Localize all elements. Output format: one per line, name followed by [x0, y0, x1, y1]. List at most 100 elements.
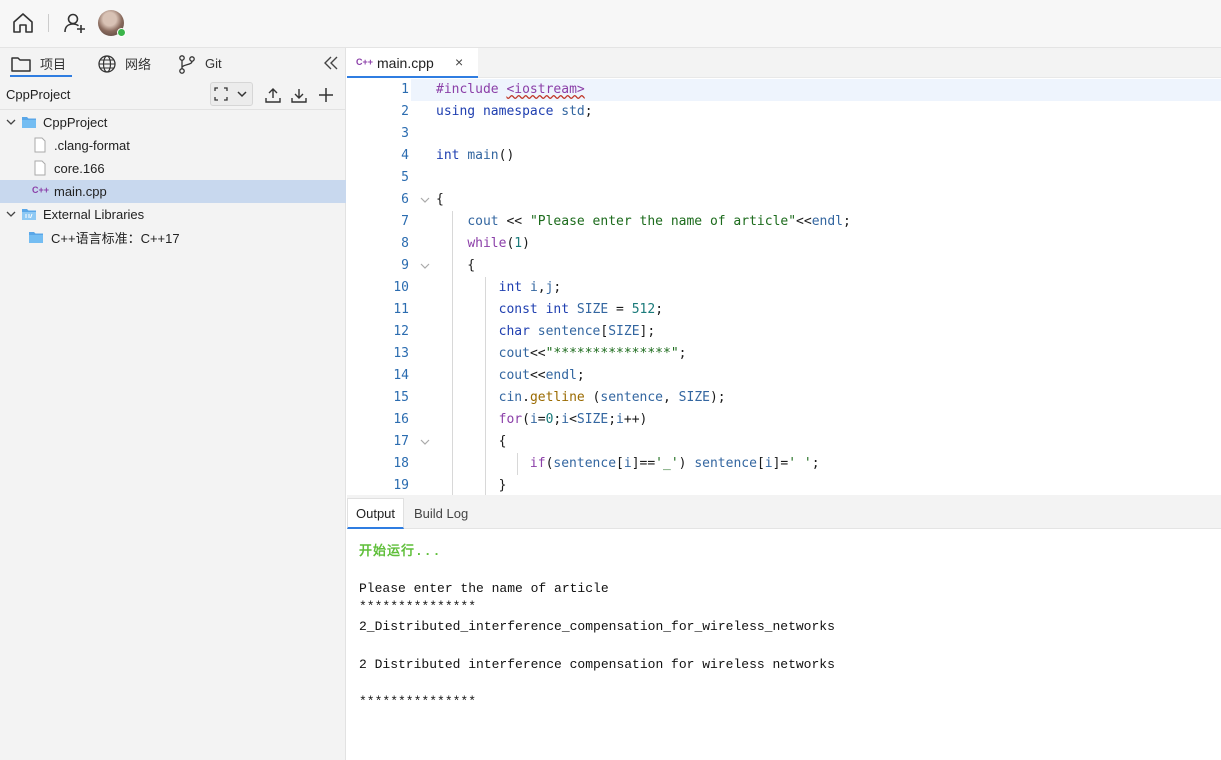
- upload-icon: [265, 88, 281, 103]
- editor-tab-main-cpp[interactable]: C++ main.cpp ×: [347, 48, 478, 78]
- tab-build-log[interactable]: Build Log: [406, 498, 476, 529]
- project-header: CppProject: [0, 79, 346, 110]
- output-line: Please enter the name of article: [359, 581, 609, 596]
- output-line: ***************: [359, 694, 477, 709]
- line-number: 12: [393, 324, 409, 339]
- line-number: 13: [393, 346, 409, 361]
- tree-item-main-cpp[interactable]: C++ main.cpp: [0, 180, 346, 203]
- code-line: cin.getline (sentence, SIZE);: [498, 390, 726, 405]
- code-line: while(1): [467, 236, 530, 251]
- tab-git[interactable]: Git: [177, 48, 222, 79]
- output-line: ***************: [359, 599, 477, 614]
- output-line: 2 Distributed interference compensation …: [359, 657, 835, 672]
- top-toolbar: [0, 0, 1221, 48]
- download-icon: [291, 89, 307, 103]
- online-status-dot: [117, 28, 126, 37]
- line-number: 9: [401, 258, 409, 273]
- folder-icon: [11, 56, 31, 72]
- line-number: 17: [393, 434, 409, 449]
- tree-item-label: .clang-format: [54, 138, 130, 153]
- editor-tab-label: main.cpp: [377, 55, 434, 71]
- tab-network-label: 网络: [125, 57, 152, 72]
- editor-tabbar: C++ main.cpp ×: [347, 48, 1221, 78]
- line-number: 11: [393, 302, 409, 317]
- output-tabs: Output Build Log: [347, 495, 1221, 529]
- fold-chevron-icon[interactable]: [420, 189, 430, 211]
- tree-item-label: C++语言标准：C++17: [51, 231, 180, 246]
- code-line: if(sentence[i]=='_') sentence[i]=' ';: [529, 456, 820, 471]
- line-number: 8: [401, 236, 409, 251]
- library-icon: [22, 209, 36, 220]
- tree-item-cppproject[interactable]: CppProject: [0, 111, 346, 134]
- tab-project-label: 项目: [40, 57, 67, 72]
- tree-item-label: core.166: [54, 161, 105, 176]
- code-line: char sentence[SIZE];: [498, 324, 656, 339]
- line-number: 5: [401, 170, 409, 185]
- tree-item-label: main.cpp: [54, 184, 107, 199]
- folder-icon: [22, 117, 36, 128]
- tab-git-label: Git: [205, 56, 222, 71]
- line-number: 18: [393, 456, 409, 471]
- code-line: using namespace std;: [436, 104, 593, 119]
- upload-button[interactable]: [262, 83, 284, 107]
- tree-item-core[interactable]: core.166: [0, 157, 346, 180]
- tree-item-cpp-standard[interactable]: C++语言标准：C++17: [0, 226, 346, 249]
- code-editor: C++ main.cpp × 1 2 3 4 5 6 7 8 9 10 11 1…: [347, 48, 1221, 495]
- toolbar-divider: [48, 14, 49, 32]
- tree-item-label: External Libraries: [43, 207, 145, 222]
- code-line: cout<<"***************";: [498, 346, 687, 361]
- cpp-file-icon: C++: [32, 185, 50, 195]
- line-number: 7: [401, 214, 409, 229]
- output-panel: Output Build Log 开始运行... Please enter th…: [347, 495, 1221, 760]
- add-file-button[interactable]: [315, 83, 337, 107]
- fold-chevron-icon[interactable]: [420, 431, 430, 453]
- code-line: cout << "Please enter the name of articl…: [467, 214, 851, 229]
- expand-icon: [211, 83, 232, 105]
- chevron-down-icon[interactable]: [6, 209, 16, 219]
- code-line: int i,j;: [498, 280, 562, 295]
- tab-network[interactable]: 网络: [97, 48, 151, 79]
- code-line: {: [436, 192, 444, 207]
- add-user-icon[interactable]: [62, 10, 88, 36]
- code-area[interactable]: 1 2 3 4 5 6 7 8 9 10 11 12 13 14 15 16 1…: [347, 79, 1221, 495]
- file-tree: CppProject .clang-format core.166 C++ ma…: [0, 111, 346, 249]
- fold-chevron-icon[interactable]: [420, 255, 430, 277]
- chevron-down-icon[interactable]: [6, 117, 16, 127]
- line-number: 19: [393, 478, 409, 493]
- tab-output[interactable]: Output: [347, 498, 405, 529]
- project-name: CppProject: [6, 87, 71, 102]
- chevron-down-icon: [232, 83, 253, 105]
- line-number: 3: [401, 126, 409, 141]
- code-line: {: [436, 258, 476, 273]
- line-number: 14: [393, 368, 409, 383]
- git-branch-icon: [179, 54, 195, 74]
- line-number: 4: [401, 148, 409, 163]
- line-number: 2: [401, 104, 409, 119]
- file-icon: [34, 137, 46, 153]
- line-number: 6: [401, 192, 409, 207]
- project-sidebar: 项目 网络 Git CppProject CppProject .clang-f…: [0, 48, 346, 760]
- file-icon: [34, 160, 46, 176]
- download-button[interactable]: [288, 83, 310, 107]
- line-number: 15: [393, 390, 409, 405]
- code-line: cout<<endl;: [498, 368, 585, 383]
- tree-item-clang-format[interactable]: .clang-format: [0, 134, 346, 157]
- line-number: 10: [393, 280, 409, 295]
- line-number: 1: [401, 82, 409, 97]
- tab-project[interactable]: 项目: [10, 48, 72, 79]
- collapse-sidebar-icon[interactable]: [322, 54, 340, 72]
- plus-icon: [319, 88, 333, 102]
- close-icon[interactable]: ×: [455, 54, 463, 70]
- tree-item-external-libraries[interactable]: External Libraries: [0, 203, 346, 226]
- cpp-file-icon: C++: [356, 57, 374, 67]
- globe-icon: [98, 54, 116, 73]
- home-icon[interactable]: [10, 10, 36, 36]
- code-line: int main(): [436, 148, 515, 163]
- run-start-text: 开始运行...: [359, 544, 442, 559]
- line-number: 16: [393, 412, 409, 427]
- sidebar-tabs: 项目 网络 Git: [0, 48, 346, 79]
- code-line: #include <iostream>: [436, 82, 585, 97]
- code-line: const int SIZE = 512;: [498, 302, 664, 317]
- code-line: for(i=0;i<SIZE;i++): [498, 412, 648, 427]
- view-mode-dropdown[interactable]: [210, 82, 253, 106]
